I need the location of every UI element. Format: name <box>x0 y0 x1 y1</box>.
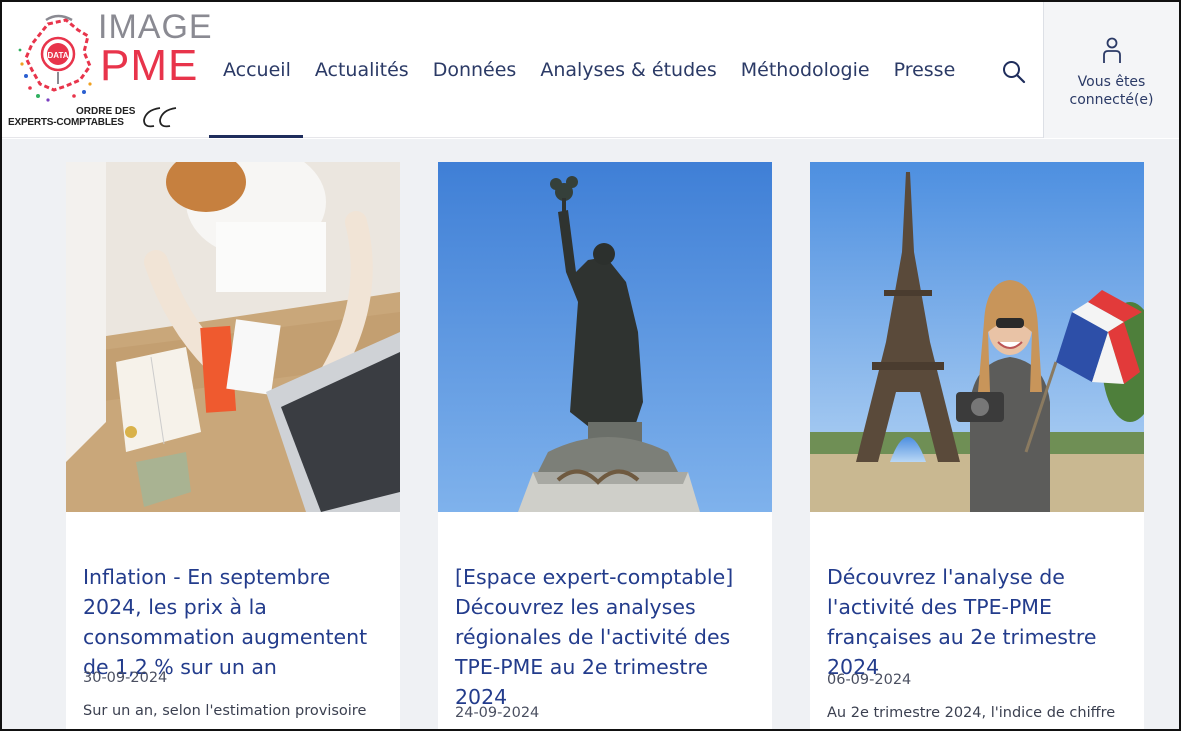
nav-item-label: Actualités <box>314 59 409 81</box>
logo-pme-text: PME <box>100 41 199 90</box>
browser-viewport: DATA IMAGE PME ORDRE DES EXPERTS-COMPTAB… <box>0 0 1181 731</box>
nav-item-actualites[interactable]: Actualités <box>303 2 421 138</box>
user-icon <box>1102 37 1121 63</box>
nav-item-presse[interactable]: Presse <box>882 2 968 138</box>
card-date: 06-09-2024 <box>827 672 912 688</box>
nav-item-label: Données <box>432 59 517 81</box>
nav-item-methodologie[interactable]: Méthodologie <box>729 2 882 138</box>
card-title[interactable]: [Espace expert-comptable] Découvrez les … <box>455 562 760 712</box>
card-title[interactable]: Inflation - En septembre 2024, les prix … <box>83 562 388 682</box>
image-pme-logo[interactable]: DATA IMAGE PME ORDRE DES EXPERTS-COMPTAB… <box>8 6 212 134</box>
oec-signature-icon <box>143 107 177 128</box>
nav-item-label: Accueil <box>223 59 291 81</box>
nav-item-accueil[interactable]: Accueil <box>209 2 303 138</box>
nav-item-label: Analyses & études <box>540 59 717 81</box>
card-date: 30-09-2024 <box>83 670 168 686</box>
news-card[interactable]: Inflation - En septembre 2024, les prix … <box>66 162 400 729</box>
news-section: Inflation - En septembre 2024, les prix … <box>2 139 1179 729</box>
nav-item-label: Méthodologie <box>740 59 870 81</box>
nav-item-analyses-etudes[interactable]: Analyses & études <box>528 2 728 138</box>
logo-org-line1: ORDRE DES <box>76 106 136 117</box>
search-icon[interactable] <box>1000 58 1028 86</box>
france-map-logo-icon: DATA <box>18 14 92 102</box>
card-excerpt: Au 2e trimestre 2024, l'indice de chiffr… <box>827 705 1116 721</box>
account-button[interactable]: Vous êtes connecté(e) <box>1043 2 1179 138</box>
card-date: 24-09-2024 <box>455 705 540 721</box>
card-image-marianne-statue <box>438 162 772 512</box>
svg-text:DATA: DATA <box>47 51 68 60</box>
nav-item-donnees[interactable]: Données <box>421 2 529 138</box>
card-title[interactable]: Découvrez l'analyse de l'activité des TP… <box>827 562 1132 682</box>
account-status-label: Vous êtes connecté(e) <box>1069 74 1154 108</box>
card-excerpt: Sur un an, selon l'estimation provisoire <box>83 703 367 719</box>
nav-item-label: Presse <box>893 59 956 81</box>
site-header: DATA IMAGE PME ORDRE DES EXPERTS-COMPTAB… <box>2 2 1179 138</box>
logo-org-line2: EXPERTS-COMPTABLES <box>8 117 124 128</box>
card-image-inflation <box>66 162 400 512</box>
news-card[interactable]: [Espace expert-comptable] Découvrez les … <box>438 162 772 729</box>
main-navigation: Accueil Actualités Données Analyses & ét… <box>209 2 967 138</box>
news-card[interactable]: Découvrez l'analyse de l'activité des TP… <box>810 162 1144 729</box>
card-image-eiffel-tower <box>810 162 1144 512</box>
